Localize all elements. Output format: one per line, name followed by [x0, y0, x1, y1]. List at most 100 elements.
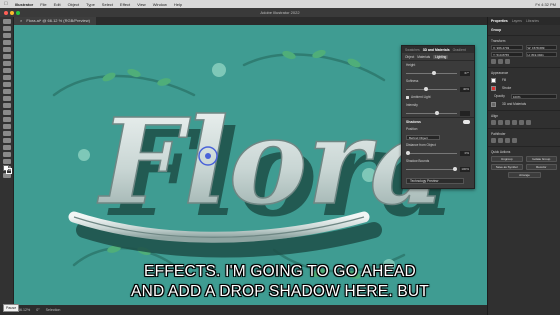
effect-link[interactable]: 3D and Materials: [499, 101, 529, 107]
menu-item-edit[interactable]: Edit: [54, 2, 61, 7]
w-field[interactable]: W: 1578.689: [525, 45, 557, 50]
fx-icon[interactable]: [491, 101, 496, 107]
document-tab[interactable]: × Flora.ai* @ 66.12 % (RGB/Preview): [14, 17, 96, 25]
tab-3d-materials[interactable]: 3D and Materials: [423, 48, 450, 52]
fill-stroke-swatches[interactable]: [3, 165, 12, 174]
position-dropdown[interactable]: Behind Object: [406, 134, 440, 140]
x-field[interactable]: X: 966.4793: [491, 45, 523, 50]
shape-builder-tool-icon[interactable]: [2, 124, 11, 129]
flip-vertical-icon[interactable]: [505, 59, 510, 64]
softness-value[interactable]: 40%: [460, 86, 470, 92]
stroke-swatch[interactable]: [6, 168, 12, 174]
rectangle-tool-icon[interactable]: [2, 68, 11, 73]
softness-label-row: Softness: [402, 77, 474, 85]
selection-tool-icon[interactable]: [2, 19, 11, 24]
shadows-toggle[interactable]: [463, 119, 470, 124]
h-field[interactable]: H: 819.3921: [525, 52, 557, 57]
scale-tool-icon[interactable]: [2, 103, 11, 108]
type-tool-icon[interactable]: [2, 54, 11, 59]
height-slider-knob[interactable]: [432, 71, 437, 75]
align-center-icon[interactable]: [498, 120, 503, 125]
stroke-swatch-icon[interactable]: [491, 85, 496, 91]
blend-tool-icon[interactable]: [2, 152, 11, 157]
subtab-materials[interactable]: Materials: [417, 55, 430, 59]
gradient-tool-icon[interactable]: [2, 138, 11, 143]
zoom-level[interactable]: 66.12%: [18, 308, 30, 312]
shadows-section[interactable]: Shadows: [402, 117, 474, 125]
pencil-tool-icon[interactable]: [2, 82, 11, 87]
status-bar: 66.12% 0° Selection: [0, 305, 487, 315]
align-middle-icon[interactable]: [519, 120, 524, 125]
recolor-button[interactable]: Recolor: [525, 164, 557, 170]
align-top-icon[interactable]: [512, 120, 517, 125]
align-left-icon[interactable]: [491, 120, 496, 125]
unite-icon[interactable]: [491, 138, 496, 143]
curvature-tool-icon[interactable]: [2, 47, 11, 52]
group-heading: Group: [491, 28, 502, 32]
bounds-value[interactable]: 100%: [460, 166, 470, 172]
flip-horizontal-icon[interactable]: [498, 59, 503, 64]
free-transform-tool-icon[interactable]: [2, 117, 11, 122]
intersect-icon[interactable]: [505, 138, 510, 143]
subtab-lighting[interactable]: Lighting: [433, 54, 449, 59]
bounds-slider[interactable]: [406, 167, 457, 171]
height-value[interactable]: 67°: [460, 70, 470, 76]
tab-properties[interactable]: Properties: [491, 19, 508, 23]
tab-swatches[interactable]: Swatches: [405, 48, 420, 52]
menu-item-object[interactable]: Object: [68, 2, 80, 7]
y-field[interactable]: Y: 510.8765: [491, 52, 523, 57]
paintbrush-tool-icon[interactable]: [2, 75, 11, 80]
height-slider[interactable]: [406, 71, 457, 75]
fill-swatch-icon[interactable]: [491, 77, 496, 83]
distance-slider[interactable]: [406, 151, 457, 155]
subtab-object[interactable]: Object: [405, 55, 414, 59]
opacity-field[interactable]: 100%: [510, 93, 557, 99]
artboard-tool-icon[interactable]: [2, 159, 11, 164]
tab-libraries[interactable]: Libraries: [526, 19, 539, 23]
isolate-group-button[interactable]: Isolate Group: [525, 156, 557, 162]
ambient-light-checkbox[interactable]: [406, 95, 409, 99]
technology-preview-button[interactable]: Technology Preview: [406, 178, 464, 184]
tab-gradient[interactable]: Gradient: [453, 48, 466, 52]
rotate-icon[interactable]: [491, 59, 496, 64]
distance-slider-knob[interactable]: [406, 151, 410, 155]
line-tool-icon[interactable]: [2, 61, 11, 66]
intensity-value[interactable]: [460, 110, 470, 116]
minus-front-icon[interactable]: [498, 138, 503, 143]
exclude-icon[interactable]: [512, 138, 517, 143]
eyedropper-tool-icon[interactable]: [2, 145, 11, 150]
pen-tool-icon[interactable]: [2, 40, 11, 45]
arrange-button[interactable]: Arrange: [508, 172, 541, 178]
magic-wand-tool-icon[interactable]: [2, 33, 11, 38]
save-as-symbol-button[interactable]: Save as Symbol: [491, 164, 523, 170]
menu-item-file[interactable]: File: [40, 2, 46, 7]
ungroup-button[interactable]: Ungroup: [491, 156, 523, 162]
menu-item-type[interactable]: Type: [86, 2, 95, 7]
direct-selection-tool-icon[interactable]: [2, 26, 11, 31]
intensity-slider[interactable]: [406, 111, 457, 115]
close-tab-icon[interactable]: ×: [20, 17, 22, 25]
menu-item-effect[interactable]: Effect: [120, 2, 130, 7]
rotate-tool-icon[interactable]: [2, 96, 11, 101]
tab-layers[interactable]: Layers: [512, 19, 522, 23]
align-bottom-icon[interactable]: [526, 120, 531, 125]
eraser-tool-icon[interactable]: [2, 89, 11, 94]
ambient-light-label: Ambient Light: [411, 95, 431, 99]
softness-slider-knob[interactable]: [424, 87, 429, 91]
align-right-icon[interactable]: [505, 120, 510, 125]
quick-actions-row-3: Arrange: [488, 171, 560, 179]
lettering-flora[interactable]: Flora: [96, 91, 446, 232]
width-tool-icon[interactable]: [2, 110, 11, 115]
menu-item-window[interactable]: Window: [153, 2, 167, 7]
bounds-slider-knob[interactable]: [453, 167, 457, 171]
menu-item-select[interactable]: Select: [102, 2, 113, 7]
perspective-grid-tool-icon[interactable]: [2, 131, 11, 136]
menu-item-help[interactable]: Help: [174, 2, 182, 7]
menu-item-view[interactable]: View: [137, 2, 146, 7]
intensity-slider-knob[interactable]: [434, 111, 439, 115]
apple-icon[interactable]: : [4, 0, 8, 8]
softness-slider[interactable]: [406, 87, 457, 91]
distance-value[interactable]: 0%: [460, 150, 470, 156]
menu-item-app[interactable]: Illustrator: [15, 2, 33, 7]
rotation-angle[interactable]: 0°: [36, 308, 39, 312]
